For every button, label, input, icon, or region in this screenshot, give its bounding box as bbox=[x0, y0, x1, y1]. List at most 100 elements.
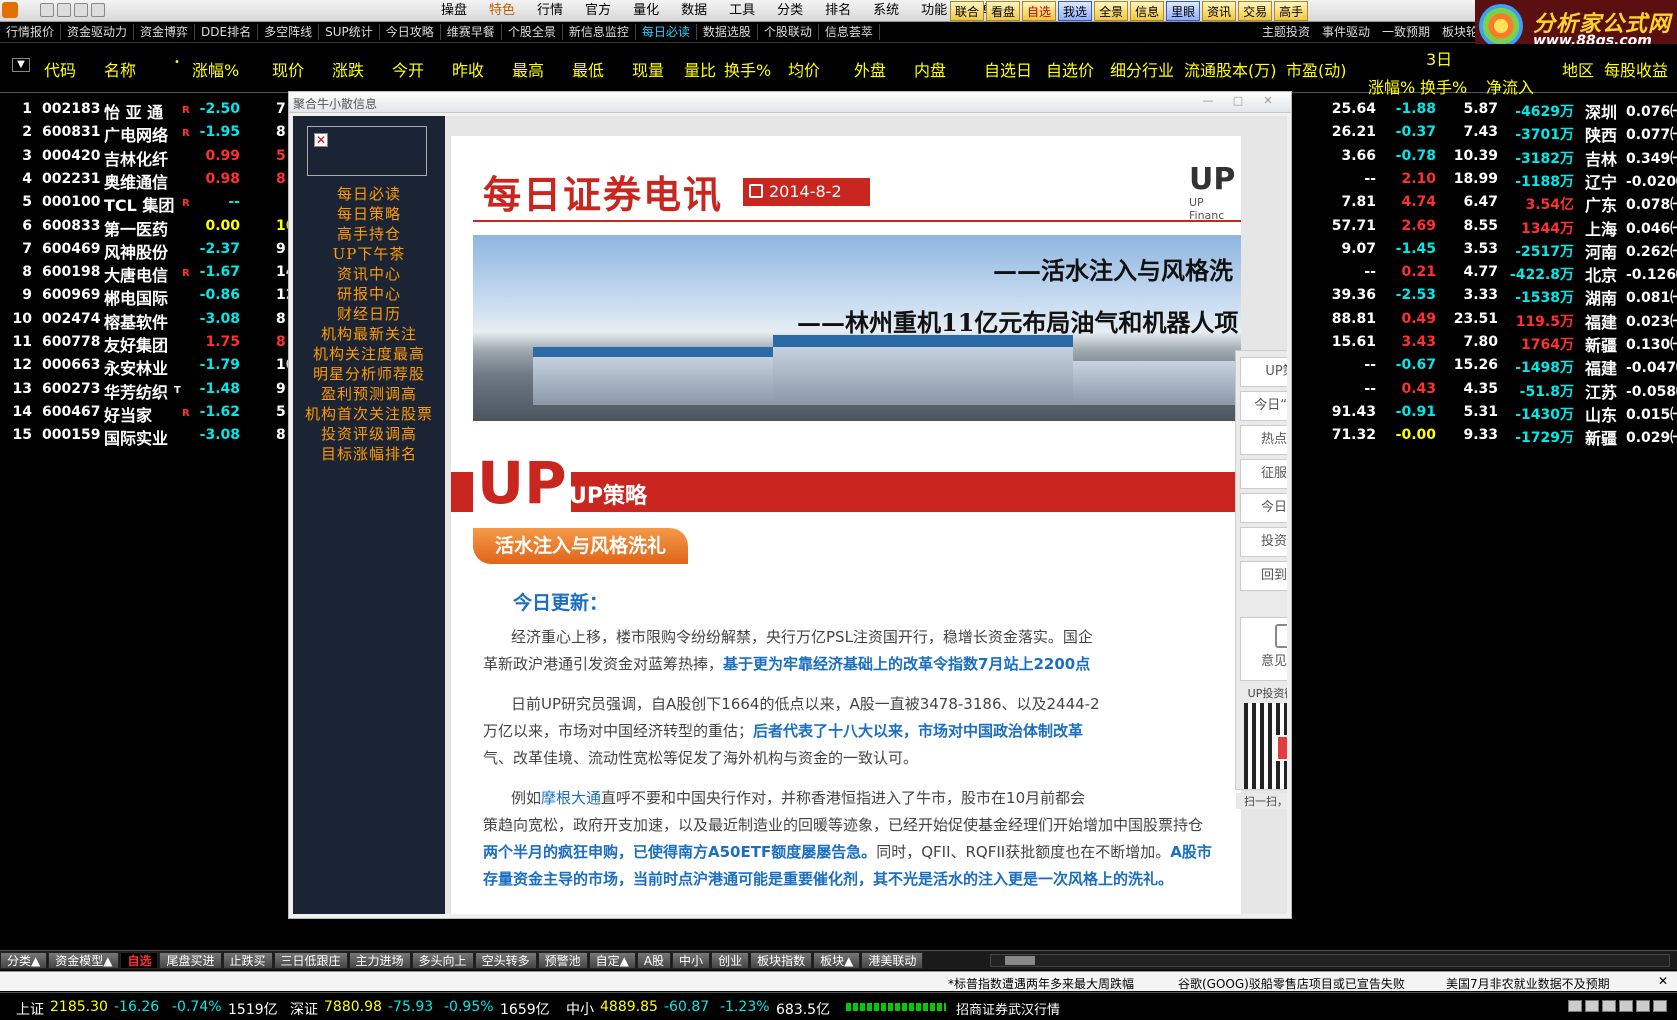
popup-nav-item[interactable]: 财经日历 bbox=[293, 304, 445, 324]
function-tab[interactable]: 信息荟萃 bbox=[819, 24, 880, 40]
function-tab[interactable]: 个股联动 bbox=[758, 24, 819, 40]
signal-icon[interactable] bbox=[1636, 1000, 1650, 1012]
menu-item[interactable]: 工具 bbox=[718, 2, 766, 20]
refresh-icon[interactable] bbox=[91, 3, 105, 17]
alert-icon[interactable] bbox=[1619, 1000, 1633, 1012]
back-icon[interactable] bbox=[57, 3, 71, 17]
col-float[interactable]: 流通股本(万) bbox=[1184, 57, 1277, 81]
function-tab[interactable]: 多空阵线 bbox=[258, 24, 320, 40]
popup-nav-item[interactable]: 盈利预测调高 bbox=[293, 384, 445, 404]
col-high[interactable]: 最高 bbox=[512, 57, 544, 81]
quick-button[interactable]: 资讯 bbox=[1202, 1, 1237, 21]
ticker-item[interactable]: *标普指数遭遇两年多来最大周跌幅 bbox=[948, 975, 1134, 992]
column-menu-icon[interactable]: ▼ bbox=[12, 58, 30, 72]
popup-nav-item[interactable]: 目标涨幅排名 bbox=[293, 444, 445, 464]
function-tab[interactable]: 行情报价 bbox=[0, 24, 62, 40]
function-tab[interactable]: 今日攻略 bbox=[380, 24, 441, 40]
function-tab[interactable]: 每日必读 bbox=[636, 24, 697, 40]
side-nav-button[interactable]: UP策略 bbox=[1240, 357, 1287, 387]
popup-nav-item[interactable]: UP下午茶 bbox=[293, 244, 445, 264]
quick-button[interactable]: 联合 bbox=[950, 1, 985, 21]
menu-item[interactable]: 官方 bbox=[574, 2, 622, 20]
bottom-tab[interactable]: 尾盘买进 bbox=[159, 952, 222, 969]
forward-icon[interactable] bbox=[74, 3, 88, 17]
bottom-tab[interactable]: 分类▲ bbox=[0, 952, 48, 969]
ticker-item[interactable]: 谷歌(GOOG)驳船零售店项目或已宣告失败 bbox=[1178, 975, 1405, 992]
ticker-item[interactable]: 美国7月非农就业数据不及预期 bbox=[1446, 975, 1610, 992]
popup-nav-item[interactable]: 每日必读 bbox=[293, 184, 445, 204]
col-inner[interactable]: 内盘 bbox=[914, 57, 946, 81]
bottom-tab[interactable]: 主力进场 bbox=[348, 952, 411, 969]
side-nav-button[interactable]: 回到顶部 bbox=[1240, 561, 1287, 591]
col-turnover[interactable]: 换手% bbox=[724, 57, 771, 81]
chat-icon[interactable] bbox=[1568, 1000, 1582, 1012]
side-nav-button[interactable]: 今日“开”志 bbox=[1240, 391, 1287, 421]
side-nav-button[interactable]: 投资日历 bbox=[1240, 527, 1287, 557]
scrollbar-thumb[interactable] bbox=[1005, 956, 1035, 965]
menu-item[interactable]: 行情 bbox=[526, 2, 574, 20]
network-icon[interactable] bbox=[1602, 1000, 1616, 1012]
menu-item[interactable]: 特色 bbox=[478, 2, 526, 20]
feedback-button[interactable]: 意见反馈 bbox=[1240, 617, 1287, 681]
bottom-tab[interactable]: 板块指数 bbox=[750, 952, 813, 969]
menu-item[interactable]: 数据 bbox=[670, 2, 718, 20]
function-tab[interactable]: 数据选股 bbox=[697, 24, 758, 40]
bottom-tab[interactable]: 自定▲ bbox=[588, 952, 636, 969]
quick-button[interactable]: 自选 bbox=[1022, 1, 1057, 21]
col-price[interactable]: 现价 bbox=[272, 57, 304, 81]
popup-nav-item[interactable]: 明星分析师荐股 bbox=[293, 364, 445, 384]
col-outer[interactable]: 外盘 bbox=[854, 57, 886, 81]
col-prev[interactable]: 昨收 bbox=[452, 57, 484, 81]
function-tab[interactable]: DDE排名 bbox=[195, 24, 259, 40]
maximize-icon[interactable]: □ bbox=[1231, 95, 1245, 107]
col-diff[interactable]: 涨跌 bbox=[332, 57, 364, 81]
bottom-tab[interactable]: 资金模型▲ bbox=[48, 952, 120, 969]
popup-nav-item[interactable]: 研报中心 bbox=[293, 284, 445, 304]
function-tab[interactable]: 事件驱动 bbox=[1316, 24, 1376, 40]
bottom-tab[interactable]: 港美联动 bbox=[861, 952, 924, 969]
function-tab[interactable]: 新信息监控 bbox=[563, 24, 636, 40]
col-industry[interactable]: 细分行业 bbox=[1110, 57, 1174, 81]
popup-nav-item[interactable]: 机构首次关注股票 bbox=[293, 404, 445, 424]
menu-item[interactable]: 量化 bbox=[622, 2, 670, 20]
col-pe[interactable]: 市盈(动) bbox=[1286, 57, 1347, 81]
function-tab[interactable]: 资金驱动力 bbox=[61, 24, 135, 40]
menu-item[interactable]: 操盘 bbox=[430, 2, 478, 20]
function-tab[interactable]: 主题投资 bbox=[1256, 24, 1316, 40]
bottom-tab[interactable]: 自选 bbox=[120, 952, 159, 969]
bottom-tab[interactable]: A股 bbox=[636, 952, 672, 969]
bottom-tab[interactable]: 创业 bbox=[711, 952, 750, 969]
bottom-tab[interactable]: 三日低跟庄 bbox=[273, 952, 348, 969]
quick-button[interactable]: 信息 bbox=[1130, 1, 1165, 21]
jpmorgan-link[interactable]: 摩根大通 bbox=[541, 789, 601, 807]
popup-nav-item[interactable]: 机构最新关注 bbox=[293, 324, 445, 344]
col-3day-chg[interactable]: 涨幅% bbox=[1368, 74, 1415, 98]
settings-icon[interactable] bbox=[1653, 1000, 1667, 1012]
menu-item[interactable]: 系统 bbox=[862, 2, 910, 20]
bottom-tab[interactable]: 多头向上 bbox=[411, 952, 474, 969]
mail-icon[interactable] bbox=[1585, 1000, 1599, 1012]
quick-button[interactable]: 看盘 bbox=[986, 1, 1021, 21]
function-tab[interactable]: 个股全景 bbox=[502, 24, 563, 40]
col-eps[interactable]: 每股收益 bbox=[1604, 57, 1668, 81]
popup-titlebar[interactable]: 聚合牛小散信息 — □ ✕ bbox=[289, 92, 1291, 113]
quick-button[interactable]: 高手 bbox=[1274, 1, 1309, 21]
side-nav-button[interactable]: 征服股迹 bbox=[1240, 459, 1287, 489]
quick-button[interactable]: 我选 bbox=[1058, 1, 1093, 21]
quick-button[interactable]: 里眼 bbox=[1166, 1, 1201, 21]
quick-button[interactable]: 全景 bbox=[1094, 1, 1129, 21]
col-selprice[interactable]: 自选价 bbox=[1046, 57, 1094, 81]
horizontal-scrollbar[interactable] bbox=[990, 954, 1670, 967]
col-selday[interactable]: 自选日 bbox=[984, 57, 1032, 81]
col-avg[interactable]: 均价 bbox=[788, 57, 820, 81]
quick-button[interactable]: 交易 bbox=[1238, 1, 1273, 21]
bottom-tab[interactable]: 中小 bbox=[672, 952, 711, 969]
bottom-tab[interactable]: 空头转多 bbox=[474, 952, 537, 969]
popup-nav-item[interactable]: 每日策略 bbox=[293, 204, 445, 224]
popup-nav-item[interactable]: 投资评级调高 bbox=[293, 424, 445, 444]
col-region[interactable]: 地区 bbox=[1562, 57, 1594, 81]
home-icon[interactable] bbox=[40, 3, 54, 17]
popup-nav-item[interactable]: 资讯中心 bbox=[293, 264, 445, 284]
col-3day-flow[interactable]: 净流入 bbox=[1486, 74, 1534, 98]
side-nav-button[interactable]: 今日上榜 bbox=[1240, 493, 1287, 523]
